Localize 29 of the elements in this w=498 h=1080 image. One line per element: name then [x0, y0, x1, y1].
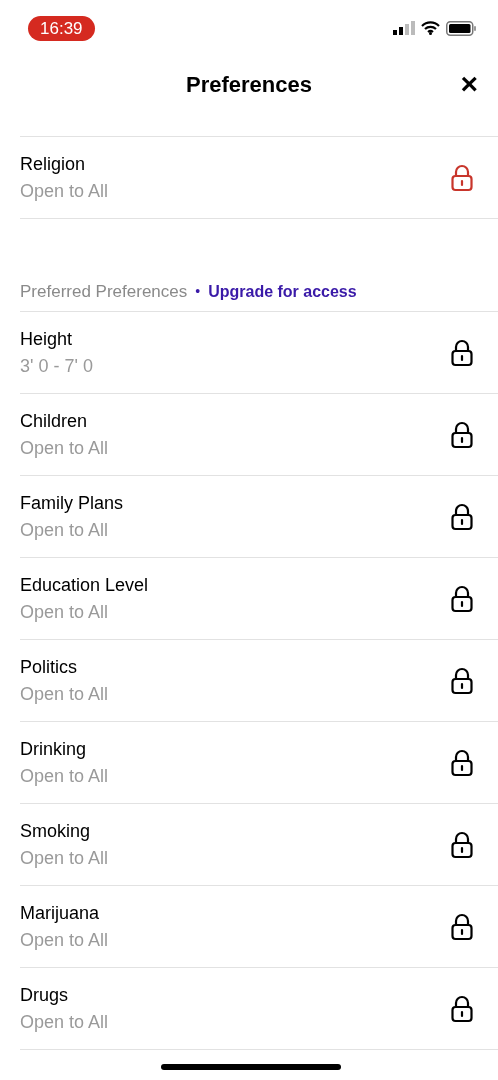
preference-value: 3' 0 - 7' 0 [20, 355, 93, 377]
preference-value: Open to All [20, 180, 109, 202]
page-title: Preferences [186, 70, 312, 99]
preference-value: Open to All [20, 437, 109, 459]
preference-title: Marijuana [20, 902, 101, 924]
close-button[interactable]: × [458, 69, 480, 99]
preference-title: Drinking [20, 738, 88, 760]
preference-title: Smoking [20, 820, 92, 842]
preference-value: Open to All [20, 601, 110, 623]
signal-icon [393, 21, 415, 35]
preference-title: Drugs [20, 984, 69, 1006]
status-time: 16:39 [28, 15, 95, 41]
preference-value: Open to All [20, 847, 109, 869]
preference-value: Open to All [20, 929, 109, 951]
preference-value: Open to All [20, 519, 110, 541]
upgrade-link[interactable]: Upgrade for access [208, 279, 357, 304]
separator-dot: • [195, 282, 201, 301]
preference-title: Religion [20, 153, 87, 175]
preference-title: Politics [20, 656, 78, 678]
battery-icon [446, 20, 476, 36]
wifi-icon [421, 21, 440, 35]
preference-value: Open to All [20, 683, 109, 705]
preference-value: Open to All [20, 765, 109, 787]
section-title: Preferred Preferences [20, 280, 188, 303]
preference-title: Education Level [20, 574, 149, 596]
preference-title: Children [20, 410, 89, 432]
preference-value: Open to All [20, 1011, 109, 1033]
preference-title: Family Plans [20, 492, 124, 514]
preference-title: Height [20, 328, 74, 350]
